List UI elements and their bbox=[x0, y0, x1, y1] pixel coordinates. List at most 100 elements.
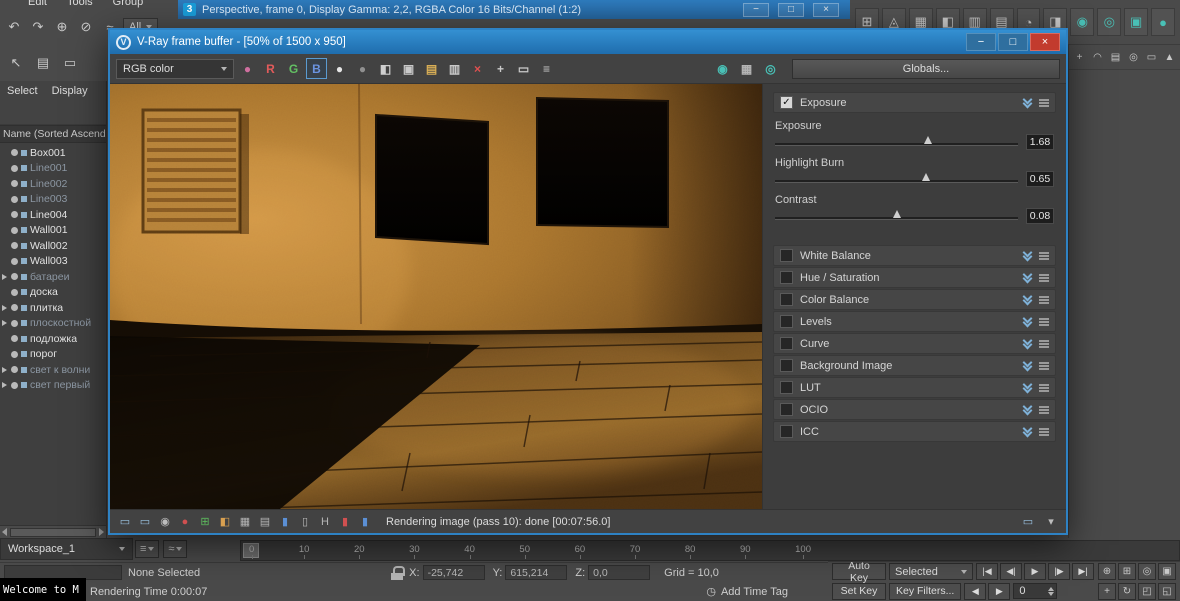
visibility-eye-icon[interactable] bbox=[11, 227, 18, 234]
motion-tab-icon[interactable]: ◎ bbox=[1126, 49, 1141, 65]
expand-arrow-icon[interactable] bbox=[2, 274, 8, 280]
rectangular-region-icon[interactable]: ▭ bbox=[59, 52, 81, 74]
hierarchy-tab-icon[interactable]: ▤ bbox=[1108, 49, 1123, 65]
section-menu-icon[interactable] bbox=[1039, 384, 1049, 392]
bg-maximize-button[interactable]: □ bbox=[778, 3, 804, 17]
exposure-section-header[interactable]: ✓ Exposure bbox=[773, 92, 1056, 113]
material-editor-icon[interactable]: ◉ bbox=[1070, 8, 1094, 36]
gray-swatch-icon[interactable]: ▦ bbox=[236, 513, 254, 531]
section-checkbox[interactable] bbox=[780, 293, 793, 306]
alpha-channel-icon[interactable]: ● bbox=[329, 58, 350, 79]
selection-lock-icon[interactable] bbox=[391, 566, 403, 580]
columns-icon[interactable]: ▯ bbox=[296, 513, 314, 531]
section-menu-icon[interactable] bbox=[1039, 340, 1049, 348]
set-key-button[interactable]: Set Key bbox=[832, 583, 886, 600]
vfb-maximize-button[interactable]: □ bbox=[998, 33, 1028, 51]
menu-item[interactable]: Tools bbox=[67, 0, 93, 10]
next-key-button[interactable]: |▶ bbox=[1048, 563, 1070, 580]
bg-minimize-button[interactable]: − bbox=[743, 3, 769, 17]
correction-section-header[interactable]: Background Image bbox=[773, 355, 1056, 376]
collapse-chevron-icon[interactable] bbox=[1023, 339, 1032, 348]
select-by-name-icon[interactable]: ▤ bbox=[32, 52, 54, 74]
undo-icon[interactable]: ↶ bbox=[3, 16, 25, 38]
scene-object-row[interactable]: Wall003 bbox=[0, 254, 106, 270]
visibility-eye-icon[interactable] bbox=[11, 382, 18, 389]
previous-key-button[interactable]: ◀| bbox=[1000, 563, 1022, 580]
layers-icon[interactable]: ▤ bbox=[256, 513, 274, 531]
visibility-eye-icon[interactable] bbox=[11, 149, 18, 156]
slider-value-field[interactable]: 1.68 bbox=[1026, 134, 1054, 150]
collapse-chevron-icon[interactable] bbox=[1023, 251, 1032, 260]
slider-value-field[interactable]: 0.08 bbox=[1026, 208, 1054, 224]
vfb-titlebar[interactable]: V V-Ray frame buffer - [50% of 1500 x 95… bbox=[110, 30, 1066, 54]
render-production-icon[interactable]: ● bbox=[1151, 8, 1175, 36]
correction-section-header[interactable]: White Balance bbox=[773, 245, 1056, 266]
collapse-chevron-icon[interactable] bbox=[1023, 317, 1032, 326]
scene-object-row[interactable]: Line001 bbox=[0, 161, 106, 177]
visibility-eye-icon[interactable] bbox=[11, 180, 18, 187]
section-menu-icon[interactable] bbox=[1039, 99, 1049, 107]
expand-arrow-icon[interactable] bbox=[2, 320, 8, 326]
correction-section-header[interactable]: LUT bbox=[773, 377, 1056, 398]
orbit-icon[interactable]: ↻ bbox=[1118, 583, 1136, 600]
scene-object-row[interactable]: плитка bbox=[0, 300, 106, 316]
utilities-tab-icon[interactable]: ▲ bbox=[1162, 49, 1177, 65]
section-checkbox[interactable] bbox=[780, 249, 793, 262]
scene-object-row[interactable]: батареи bbox=[0, 269, 106, 285]
stamp-icon[interactable]: ≡ bbox=[536, 58, 557, 79]
green-grid-icon[interactable]: ⊞ bbox=[196, 513, 214, 531]
go-to-start-button[interactable]: |◀ bbox=[976, 563, 998, 580]
rendered-frame-window-titlebar[interactable]: 3 Perspective, frame 0, Display Gamma: 2… bbox=[178, 0, 850, 19]
section-checkbox[interactable] bbox=[780, 337, 793, 350]
expand-arrow-icon[interactable] bbox=[2, 305, 8, 311]
copy-image-icon[interactable]: ▥ bbox=[444, 58, 465, 79]
unlink-selection-icon[interactable]: ⊘ bbox=[75, 16, 97, 38]
select-object-icon[interactable]: ↖ bbox=[5, 52, 27, 74]
scroll-right-icon[interactable] bbox=[99, 528, 104, 536]
scroll-left-icon[interactable] bbox=[2, 528, 7, 536]
y-coordinate-field[interactable]: Y: 615,214 bbox=[493, 565, 568, 580]
time-slider-track[interactable]: 0102030405060708090100 bbox=[240, 540, 1180, 561]
collapse-chevron-icon[interactable] bbox=[1023, 383, 1032, 392]
visibility-eye-icon[interactable] bbox=[11, 211, 18, 218]
scene-object-row[interactable]: доска bbox=[0, 285, 106, 301]
monitor-icon[interactable]: ▭ bbox=[136, 513, 154, 531]
zoom-region-icon[interactable]: ▣ bbox=[1158, 563, 1176, 580]
slider-handle[interactable] bbox=[893, 210, 901, 218]
region-render-icon[interactable]: ▭ bbox=[513, 58, 534, 79]
section-checkbox[interactable] bbox=[780, 381, 793, 394]
open-image-icon[interactable]: ▤ bbox=[421, 58, 442, 79]
show-corrections-icon[interactable]: ◎ bbox=[760, 58, 781, 79]
workspace-selector[interactable]: Workspace_1 bbox=[0, 538, 133, 560]
collapse-chevron-icon[interactable] bbox=[1023, 427, 1032, 436]
timeline-options-button[interactable]: ≈ bbox=[163, 540, 187, 558]
visibility-eye-icon[interactable] bbox=[11, 351, 18, 358]
visibility-eye-icon[interactable] bbox=[11, 320, 18, 327]
orange-swatch-icon[interactable]: ◧ bbox=[216, 513, 234, 531]
compare-ab-icon[interactable]: ◧ bbox=[375, 58, 396, 79]
visibility-eye-icon[interactable] bbox=[11, 242, 18, 249]
scene-explorer-menu-item[interactable]: Display bbox=[52, 85, 88, 97]
expand-arrow-icon[interactable] bbox=[2, 367, 8, 373]
render-last-icon[interactable]: ◉ bbox=[712, 58, 733, 79]
menu-item[interactable]: Edit bbox=[28, 0, 47, 10]
globals-button[interactable]: Globals... bbox=[792, 59, 1060, 79]
go-to-end-button[interactable]: ▶| bbox=[1072, 563, 1094, 580]
scene-object-row[interactable]: Wall001 bbox=[0, 223, 106, 239]
collapse-chevron-icon[interactable] bbox=[1023, 295, 1032, 304]
blue-swatch-icon[interactable]: ▮ bbox=[276, 513, 294, 531]
slider-track[interactable] bbox=[775, 136, 1018, 148]
scrollbar-thumb[interactable] bbox=[10, 528, 96, 537]
exposure-checkbox[interactable]: ✓ bbox=[780, 96, 793, 109]
visibility-eye-icon[interactable] bbox=[11, 304, 18, 311]
selection-set-dropdown[interactable]: Selected bbox=[889, 563, 973, 580]
correction-section-header[interactable]: Color Balance bbox=[773, 289, 1056, 310]
bg-close-button[interactable]: × bbox=[813, 3, 839, 17]
printer-icon[interactable]: ▦ bbox=[736, 58, 757, 79]
expand-arrow-icon[interactable] bbox=[2, 382, 8, 388]
section-checkbox[interactable] bbox=[780, 271, 793, 284]
scene-explorer-menu-item[interactable]: Select bbox=[7, 85, 38, 97]
correction-section-header[interactable]: OCIO bbox=[773, 399, 1056, 420]
display-tab-icon[interactable]: ▭ bbox=[1144, 49, 1159, 65]
zoom-all-icon[interactable]: ⊞ bbox=[1118, 563, 1136, 580]
